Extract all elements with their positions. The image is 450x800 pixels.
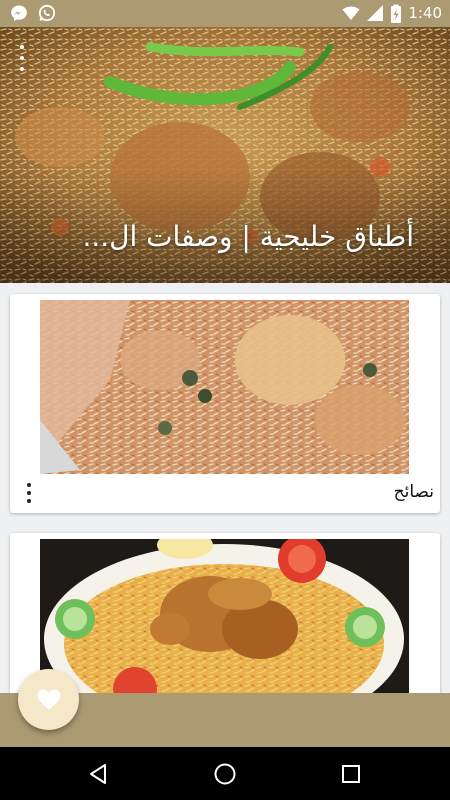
status-time: 1:40 [408, 4, 442, 22]
recipe-card[interactable]: نصائح [10, 294, 440, 513]
messenger-icon [10, 4, 28, 22]
status-bar: 1:40 [0, 0, 450, 27]
recents-icon[interactable] [338, 761, 364, 787]
battery-charging-icon [390, 4, 402, 23]
card-overflow-menu-button[interactable] [26, 483, 32, 503]
heart-icon [37, 689, 61, 711]
wifi-icon [342, 4, 360, 22]
header-banner: أطباق خليجية | وصفات ال... [0, 27, 450, 283]
card-image[interactable] [40, 300, 409, 474]
home-icon[interactable] [212, 761, 238, 787]
system-navigation-bar [0, 747, 450, 800]
overflow-menu-button[interactable] [14, 45, 30, 71]
favorites-fab[interactable] [18, 669, 79, 730]
card-title: نصائح [393, 482, 434, 502]
card-image[interactable] [40, 539, 409, 703]
back-icon[interactable] [85, 761, 111, 787]
whatsapp-icon [38, 4, 56, 22]
signal-icon [366, 4, 384, 22]
recipe-card[interactable] [10, 533, 440, 703]
page-title: أطباق خليجية | وصفات ال... [82, 220, 414, 253]
